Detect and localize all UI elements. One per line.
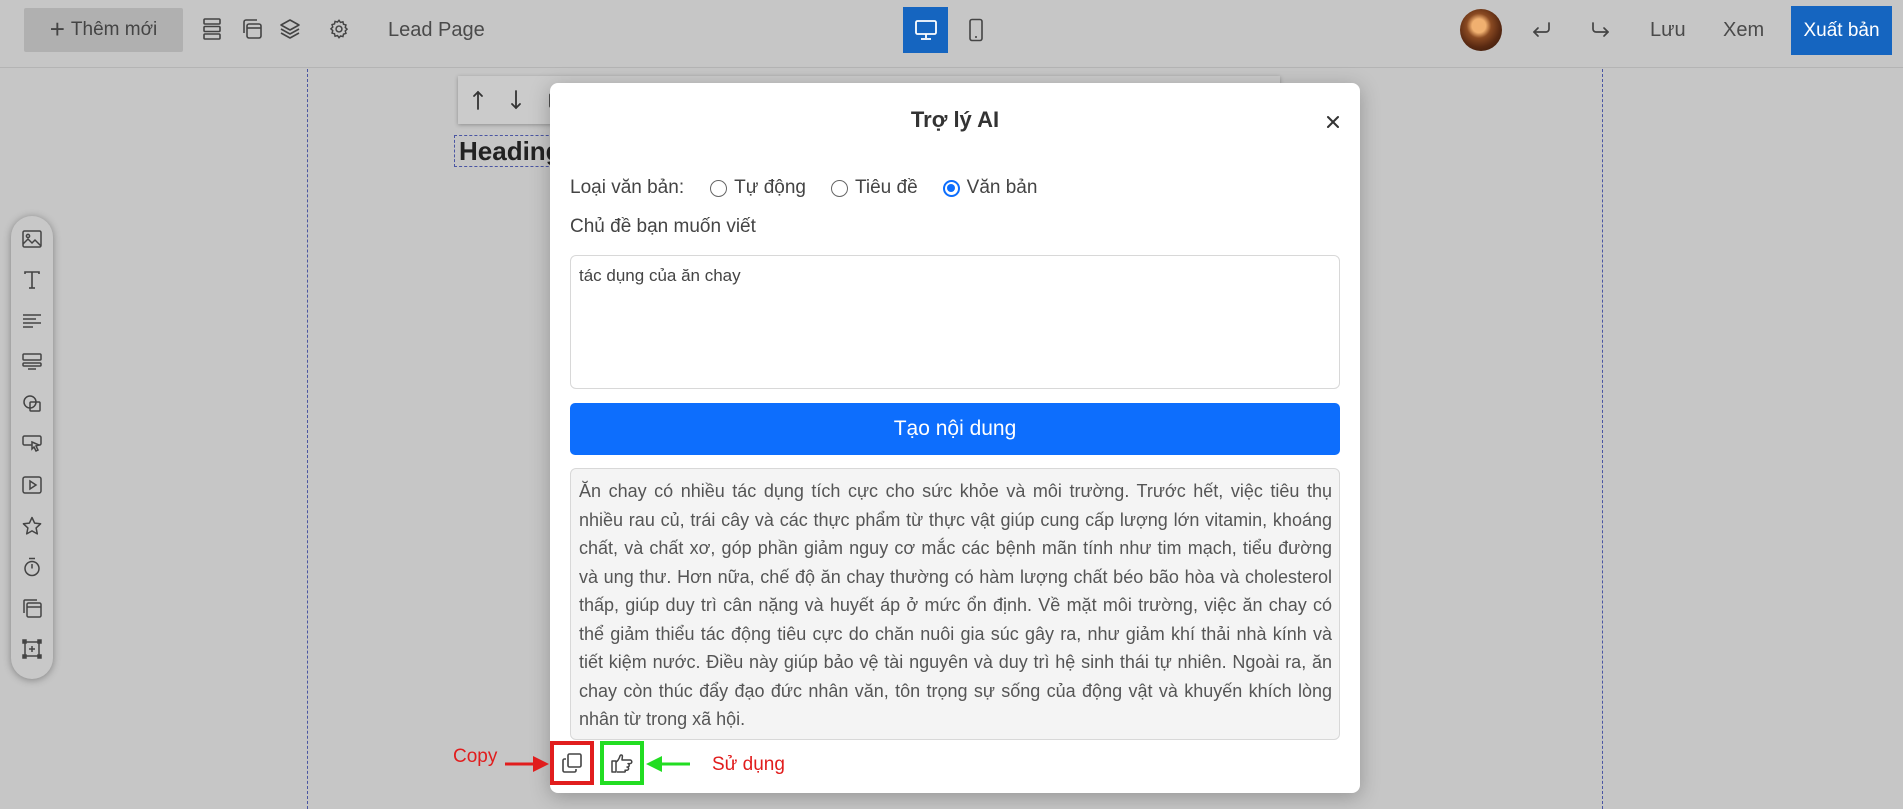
type-radio-text[interactable]: Văn bản xyxy=(942,177,1038,199)
desktop-view-button[interactable] xyxy=(903,7,948,53)
modal-title: Trợ lý AI xyxy=(910,107,1000,132)
text-icon[interactable] xyxy=(19,267,45,293)
close-icon[interactable] xyxy=(1322,111,1344,133)
page-name[interactable]: Lead Page xyxy=(388,19,485,42)
text-type-label: Loại văn bản: xyxy=(570,177,685,198)
preview-button[interactable]: Xem xyxy=(1723,19,1764,42)
form-icon[interactable] xyxy=(19,349,45,375)
move-down-icon[interactable] xyxy=(506,88,526,112)
copy-button[interactable] xyxy=(550,741,594,785)
undo-icon[interactable] xyxy=(1524,12,1558,48)
shape-icon[interactable] xyxy=(19,390,45,416)
copy-icon xyxy=(562,753,582,773)
video-icon[interactable] xyxy=(19,472,45,498)
button-icon[interactable] xyxy=(19,431,45,457)
type-option-label: Tiêu đề xyxy=(854,177,918,198)
avatar[interactable] xyxy=(1460,9,1502,51)
save-button[interactable]: Lưu xyxy=(1650,19,1686,42)
annotation-arrow-copy xyxy=(505,756,549,772)
element-sidebar xyxy=(11,216,53,679)
add-new-button[interactable]: + Thêm mới xyxy=(24,8,183,52)
type-radio-title[interactable]: Tiêu đề xyxy=(830,177,918,199)
countdown-icon[interactable] xyxy=(19,554,45,580)
layers-icon[interactable] xyxy=(277,14,303,44)
image-icon[interactable] xyxy=(19,226,45,252)
canvas-guide-right xyxy=(1602,69,1603,809)
generate-content-button[interactable]: Tạo nội dung xyxy=(570,403,1340,455)
type-option-label: Tự động xyxy=(734,177,806,198)
top-toolbar: + Thêm mới Lead Page Lưu Xem Xuất bản xyxy=(0,0,1903,68)
desktop-view-icon xyxy=(914,20,937,40)
type-radio-auto[interactable]: Tự động xyxy=(710,177,806,199)
text-type-group: Loại văn bản: Tự động Tiêu đề Văn bản xyxy=(570,175,1062,201)
move-up-icon[interactable] xyxy=(468,88,488,112)
use-content-button[interactable] xyxy=(600,741,644,785)
paragraph-icon[interactable] xyxy=(19,308,45,334)
settings-icon[interactable] xyxy=(326,14,352,44)
topic-input[interactable]: tác dụng của ăn chay xyxy=(570,255,1340,389)
type-option-label: Văn bản xyxy=(966,177,1038,198)
generated-content-box[interactable]: Ăn chay có nhiều tác dụng tích cực cho s… xyxy=(570,468,1340,740)
annotation-copy-label: Copy xyxy=(453,746,498,767)
mobile-view-button[interactable] xyxy=(953,7,998,53)
star-icon[interactable] xyxy=(19,513,45,539)
radio-button[interactable] xyxy=(710,179,728,197)
annotation-arrow-use xyxy=(646,756,690,772)
annotation-use-label: Sử dụng xyxy=(712,754,785,775)
redo-icon[interactable] xyxy=(1584,12,1618,48)
radio-button-checked[interactable] xyxy=(942,179,960,197)
plus-icon: + xyxy=(49,13,65,44)
publish-button[interactable]: Xuất bản xyxy=(1791,6,1892,55)
topic-label: Chủ đề bạn muốn viết xyxy=(570,216,756,237)
heading-element[interactable]: Heading xyxy=(454,135,564,167)
ai-assistant-modal: Trợ lý AI Loại văn bản: Tự động Tiêu đề … xyxy=(550,83,1360,793)
sections-icon[interactable] xyxy=(199,14,225,44)
mobile-view-icon xyxy=(968,18,983,42)
frame-icon[interactable] xyxy=(19,636,45,662)
pointing-hand-icon xyxy=(611,754,633,773)
gallery-icon[interactable] xyxy=(19,595,45,621)
canvas-guide-left xyxy=(307,69,308,809)
radio-button[interactable] xyxy=(830,179,848,197)
popup-icon[interactable] xyxy=(239,14,265,44)
add-new-label: Thêm mới xyxy=(70,19,158,40)
